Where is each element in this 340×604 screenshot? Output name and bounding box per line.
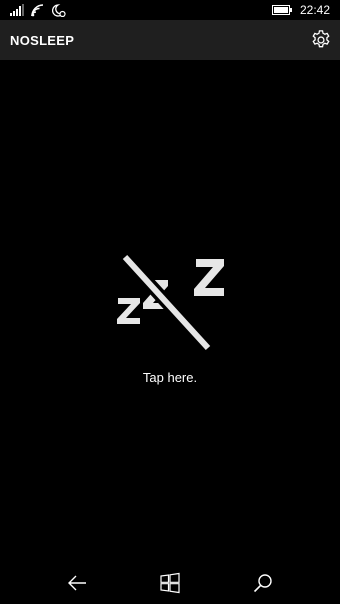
start-button[interactable] — [159, 572, 181, 594]
signal-bars-icon — [10, 4, 24, 16]
app-bar: NOSLEEP — [0, 20, 340, 60]
windows-start-icon — [160, 572, 180, 594]
back-button[interactable] — [66, 572, 88, 594]
back-arrow-icon — [68, 575, 86, 591]
status-icons-left — [10, 3, 66, 17]
settings-button[interactable] — [310, 29, 332, 51]
status-icons-right: 22:42 — [271, 3, 330, 17]
search-icon — [253, 574, 272, 593]
nosleep-toggle-button[interactable] — [100, 250, 240, 390]
main-content: Tap here. — [0, 60, 340, 560]
status-clock: 22:42 — [299, 3, 330, 17]
app-title: NOSLEEP — [10, 33, 75, 48]
gear-icon — [312, 30, 330, 48]
search-button[interactable] — [252, 572, 274, 594]
phone-screen: 22:42 NOSLEEP Tap here. — [0, 0, 340, 604]
quiet-hours-icon — [52, 3, 66, 17]
tap-here-label: Tap here. — [142, 370, 198, 385]
battery-icon — [271, 5, 292, 15]
zzz-crossed-icon — [117, 252, 224, 353]
wifi-icon — [31, 3, 45, 17]
status-bar: 22:42 — [0, 0, 340, 20]
navigation-bar — [0, 560, 340, 604]
